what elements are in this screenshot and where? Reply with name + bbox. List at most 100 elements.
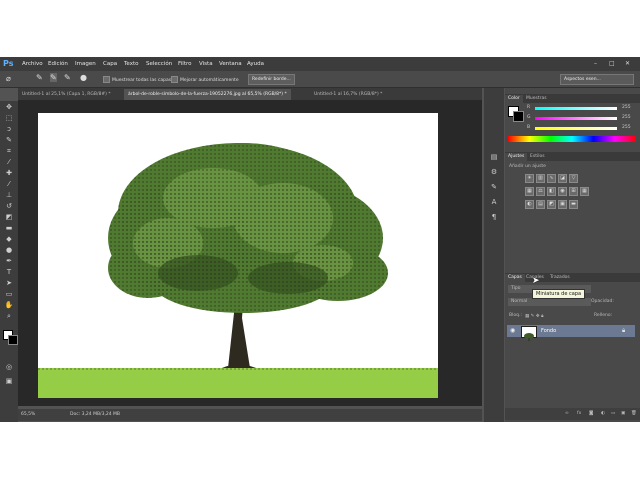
workspace-select[interactable]: Aspectos esen... bbox=[560, 74, 634, 85]
menu-archivo[interactable]: Archivo bbox=[22, 61, 43, 67]
tab-untitled-2[interactable]: Untitled-1 al 16,7% (RGB/8*) * bbox=[310, 89, 386, 100]
slider-g-value[interactable]: 255 bbox=[622, 115, 631, 120]
quick-select-tool-icon[interactable]: ✎ bbox=[4, 136, 14, 145]
slider-g-track[interactable] bbox=[535, 117, 617, 120]
path-selection-icon[interactable]: ➤ bbox=[4, 279, 14, 288]
brush-size-picker-icon[interactable]: ● bbox=[80, 73, 87, 82]
lock-pixels-icon[interactable]: ▦ ✎ ✥ 🔒︎ bbox=[525, 313, 543, 319]
paragraph-panel-icon[interactable]: ¶ bbox=[489, 213, 499, 222]
vibrance-adjust-icon[interactable]: ▽ bbox=[569, 174, 578, 183]
color-balance-icon[interactable]: ⚖ bbox=[536, 187, 545, 196]
quick-mask-icon[interactable]: ◎ bbox=[4, 363, 14, 372]
gradient-tool-icon[interactable]: ▬ bbox=[4, 224, 14, 233]
selective-color-icon[interactable]: ▣ bbox=[558, 200, 567, 209]
new-fill-layer-icon[interactable]: ◐ bbox=[601, 411, 605, 416]
tab-estilos[interactable]: Estilos bbox=[527, 153, 548, 161]
hand-tool-icon[interactable]: ✋ bbox=[4, 301, 14, 310]
slider-r-track[interactable] bbox=[535, 107, 617, 110]
crop-tool-icon[interactable]: ⌗ bbox=[4, 147, 14, 156]
exposure-adjust-icon[interactable]: ◪ bbox=[558, 174, 567, 183]
menu-seleccion[interactable]: Selección bbox=[146, 61, 172, 67]
history-panel-icon[interactable]: ▤ bbox=[489, 153, 499, 162]
menu-ayuda[interactable]: Ayuda bbox=[247, 61, 264, 67]
color-lookup-icon[interactable]: ▦ bbox=[580, 187, 589, 196]
layer-thumbnail[interactable] bbox=[521, 326, 537, 341]
layer-row-fondo[interactable]: ◉ Fondo 🔒︎ bbox=[507, 325, 635, 341]
menu-edicion[interactable]: Edición bbox=[48, 61, 68, 67]
marquee-tool-icon[interactable]: ⬚ bbox=[4, 114, 14, 123]
refine-edge-button[interactable]: Redefinir borde... bbox=[248, 74, 295, 85]
menu-filtro[interactable]: Filtro bbox=[178, 61, 191, 67]
maximize-icon[interactable]: □ bbox=[609, 60, 615, 67]
character-panel-icon[interactable]: A bbox=[489, 198, 499, 207]
brightness-adjust-icon[interactable]: ☀ bbox=[525, 174, 534, 183]
tab-ajustes[interactable]: Ajustes bbox=[505, 153, 528, 161]
layer-name[interactable]: Fondo bbox=[541, 328, 556, 334]
zoom-level[interactable]: 65,5% bbox=[21, 412, 35, 417]
document-canvas[interactable] bbox=[38, 113, 438, 398]
channel-mixer-icon[interactable]: ⊞ bbox=[569, 187, 578, 196]
tab-trazados[interactable]: Trazados bbox=[547, 274, 573, 282]
brush-panel-icon[interactable]: ✎ bbox=[489, 183, 499, 192]
eyedropper-tool-icon[interactable]: ⁄ bbox=[4, 158, 14, 167]
new-layer-icon[interactable]: ▣ bbox=[621, 411, 625, 416]
slider-b[interactable]: B 255 bbox=[527, 125, 635, 132]
link-layers-icon[interactable]: ∞ bbox=[565, 411, 569, 416]
layer-visibility-eye-icon[interactable]: ◉ bbox=[510, 327, 515, 334]
tab-arbol-jpg[interactable]: árbol-de-roble-símbolo-de-la-fuerza-1905… bbox=[124, 89, 291, 100]
slider-b-value[interactable]: 255 bbox=[622, 125, 631, 130]
slider-b-track[interactable] bbox=[535, 127, 617, 130]
background-color-swatch[interactable] bbox=[8, 335, 18, 345]
menu-imagen[interactable]: Imagen bbox=[75, 61, 96, 67]
color-background-swatch[interactable] bbox=[513, 111, 524, 122]
subtract-selection-brush-icon[interactable]: ✎ bbox=[64, 73, 71, 82]
tab-color[interactable]: Color bbox=[505, 95, 523, 103]
type-tool-icon[interactable]: T bbox=[4, 268, 14, 277]
hue-saturation-icon[interactable]: ▦ bbox=[525, 187, 534, 196]
menu-texto[interactable]: Texto bbox=[124, 61, 139, 67]
color-spectrum[interactable] bbox=[508, 136, 636, 142]
clone-stamp-icon[interactable]: ⊥ bbox=[4, 191, 14, 200]
tab-capas[interactable]: Capas bbox=[505, 274, 525, 282]
history-brush-icon[interactable]: ↺ bbox=[4, 202, 14, 211]
slider-r[interactable]: R 255 bbox=[527, 105, 635, 112]
curves-adjust-icon[interactable]: ∿ bbox=[547, 174, 556, 183]
brush-tool-icon[interactable]: ⁄ bbox=[4, 180, 14, 189]
move-tool-icon[interactable]: ✥ bbox=[4, 103, 14, 112]
pen-tool-icon[interactable]: ✒ bbox=[4, 257, 14, 266]
healing-brush-icon[interactable]: ✚ bbox=[4, 169, 14, 178]
blend-mode-select[interactable]: Normal bbox=[508, 298, 591, 306]
tab-untitled-1[interactable]: Untitled-1 al 25,1% (Capa 1, RGB/8#) * bbox=[18, 89, 115, 100]
delete-layer-icon[interactable]: 🗑︎ bbox=[631, 411, 637, 416]
auto-enhance-checkbox[interactable]: Mejorar automáticamente bbox=[171, 76, 239, 83]
menu-vista[interactable]: Vista bbox=[199, 61, 213, 67]
photo-filter-icon[interactable]: ◉ bbox=[558, 187, 567, 196]
layer-style-icon[interactable]: fx bbox=[577, 411, 581, 416]
levels-adjust-icon[interactable]: ▥ bbox=[536, 174, 545, 183]
quick-selection-tool-icon[interactable]: ⌀ bbox=[6, 74, 11, 83]
dodge-tool-icon[interactable]: ● bbox=[4, 246, 14, 255]
add-selection-brush-icon[interactable]: ✎ bbox=[50, 73, 57, 82]
slider-r-value[interactable]: 255 bbox=[622, 105, 631, 110]
close-icon[interactable]: ✕ bbox=[625, 60, 630, 67]
eraser-tool-icon[interactable]: ◩ bbox=[4, 213, 14, 222]
new-group-icon[interactable]: ▭ bbox=[611, 411, 615, 416]
lasso-tool-icon[interactable]: ↄ bbox=[4, 125, 14, 134]
screen-mode-icon[interactable]: ▣ bbox=[4, 377, 14, 386]
zoom-tool-icon[interactable]: ⌕ bbox=[4, 312, 14, 321]
blur-tool-icon[interactable]: ◆ bbox=[4, 235, 14, 244]
properties-panel-icon[interactable]: ⚙ bbox=[489, 168, 499, 177]
shape-tool-icon[interactable]: ▭ bbox=[4, 290, 14, 299]
new-selection-brush-icon[interactable]: ✎ bbox=[36, 73, 43, 82]
threshold-icon[interactable]: ◩ bbox=[547, 200, 556, 209]
minimize-icon[interactable]: – bbox=[594, 60, 597, 67]
slider-g[interactable]: G 255 bbox=[527, 115, 635, 122]
sample-all-layers-checkbox[interactable]: Muestrear todas las capas bbox=[103, 76, 171, 83]
menu-capa[interactable]: Capa bbox=[103, 61, 117, 67]
black-white-icon[interactable]: ◧ bbox=[547, 187, 556, 196]
menu-ventana[interactable]: Ventana bbox=[219, 61, 242, 67]
posterize-icon[interactable]: ▤ bbox=[536, 200, 545, 209]
tab-muestras[interactable]: Muestras bbox=[523, 95, 550, 103]
invert-icon[interactable]: ◐ bbox=[525, 200, 534, 209]
add-mask-icon[interactable]: ◙ bbox=[589, 411, 593, 416]
